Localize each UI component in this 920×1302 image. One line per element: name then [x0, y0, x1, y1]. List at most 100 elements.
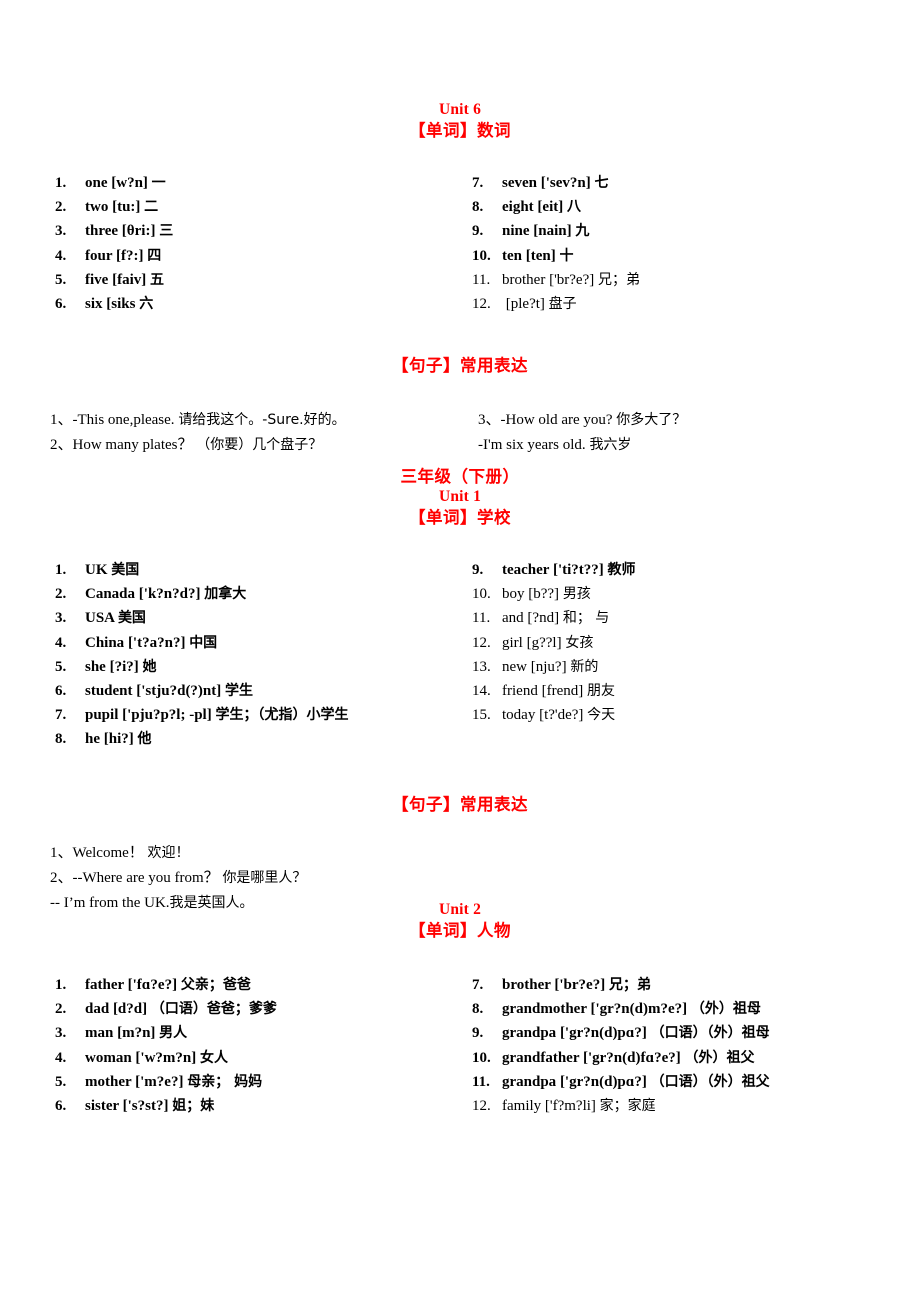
sentence-item: 1、-This one,please. 请给我这个。-Sure.好的。 [50, 408, 470, 433]
word-entry: 1. father ['fɑ?e?] 父亲；爸爸 [55, 973, 465, 997]
word-phonetic: ['pju?p?l; -pl] [122, 707, 212, 724]
word-english: grandpa [502, 1073, 557, 1090]
word-entry: 1. UK 美国 [55, 558, 465, 582]
word-phonetic: [nju?] [530, 658, 567, 675]
sentence-item: 2、--Where are you from？ 你是哪里人？ [50, 866, 470, 891]
word-chinese: 兄；弟 [608, 976, 651, 993]
word-phonetic: [tu:] [112, 199, 141, 216]
word-english: grandmother [502, 1001, 587, 1018]
word-english: dad [85, 1001, 110, 1018]
word-entry: 3. three [θri:] 三 [55, 219, 465, 243]
word-chinese: 盘子 [548, 295, 577, 312]
word-phonetic: ['br?e?] [549, 271, 595, 288]
word-chinese: （外）祖父 [684, 1049, 755, 1066]
section-unit1: 三年级（下册） Unit 1 【单词】学校 1. UK 美国 2. Canada [… [0, 466, 920, 921]
word-english: six [85, 295, 103, 312]
word-english: ten [502, 247, 522, 264]
word-phonetic: ['t?a?n?] [127, 634, 186, 651]
word-english: four [85, 247, 113, 264]
word-chinese: 一 [151, 174, 166, 191]
word-english: seven [502, 174, 537, 191]
word-phonetic: ['stju?d(?)nt] [136, 683, 222, 700]
word-english: China [85, 634, 125, 651]
word-chinese: 男孩 [562, 586, 591, 603]
word-phonetic: ['f?m?li] [544, 1097, 596, 1114]
word-number: 9. [472, 562, 484, 579]
word-column-right: 7. brother ['br?e?] 兄；弟 8. grandmother ['g… [472, 973, 902, 1118]
word-entry: 5. five [faiv] 五 [55, 268, 465, 292]
word-phonetic: ['sev?n] [540, 174, 591, 191]
word-phonetic: [w?n] [111, 174, 148, 191]
word-chinese: 七 [594, 174, 609, 191]
word-number: 5. [55, 1073, 67, 1090]
word-phonetic: [ten] [525, 247, 556, 264]
word-number: 2. [55, 586, 67, 603]
word-number: 2. [55, 199, 67, 216]
word-chinese: 八 [566, 199, 581, 216]
word-phonetic: ['fɑ?e?] [127, 976, 178, 993]
word-number: 15. [472, 707, 491, 724]
word-number: 1. [55, 976, 67, 993]
word-entry: 2. dad [d?d] （口语）爸爸；爹爹 [55, 997, 465, 1021]
word-number: 1. [55, 174, 67, 191]
word-phonetic: [m?n] [117, 1025, 156, 1042]
word-entry: 4. woman ['w?m?n] 女人 [55, 1046, 465, 1070]
word-number: 11. [472, 1073, 490, 1090]
word-chinese: 新的 [570, 658, 599, 675]
word-entry: 7. seven ['sev?n] 七 [472, 171, 902, 195]
word-chinese: 二 [144, 199, 159, 216]
sentence-chinese: 你多大了？ [616, 412, 687, 429]
word-entry: 5. she [?i?] 她 [55, 655, 465, 679]
word-english: USA [85, 610, 115, 627]
word-english: two [85, 199, 109, 216]
section-title-unit2: Unit 2 [438, 901, 482, 918]
word-entry: 11. brother ['br?e?] 兄；弟 [472, 268, 902, 292]
word-entry: 7. brother ['br?e?] 兄；弟 [472, 973, 902, 997]
word-chinese: 加拿大 [204, 586, 247, 603]
word-phonetic: ['s?st?] [122, 1097, 169, 1114]
word-phonetic: [b??] [528, 586, 560, 603]
word-entry: 4. China ['t?a?n?] 中国 [55, 631, 465, 655]
word-english: he [85, 731, 100, 748]
sentence-item: 1、Welcome！ 欢迎！ [50, 841, 470, 866]
word-entry: 6. sister ['s?st?] 姐；妹 [55, 1094, 465, 1118]
section-unit6: Unit 6 【单词】数词 1. one [w?n] 一 2. two [tu:] … [0, 100, 920, 468]
word-english: boy [502, 586, 525, 603]
sentence-heading-unit1: 【句子】常用表达 [392, 795, 528, 815]
word-list-unit2: 1. father ['fɑ?e?] 父亲；爸爸 2. dad [d?d] （口语）… [0, 973, 920, 1123]
word-chinese: 母亲； 妈妈 [187, 1073, 263, 1090]
word-phonetic: [f?:] [115, 247, 144, 264]
word-chinese: 六 [139, 295, 154, 312]
word-phonetic: [g??l] [526, 634, 562, 651]
word-entry: 2. two [tu:] 二 [55, 195, 465, 219]
word-chinese: 和； 与 [562, 610, 610, 627]
word-number: 8. [472, 1001, 484, 1018]
word-entry: 12. [ple?t] 盘子 [472, 292, 902, 316]
word-number: 11. [472, 271, 491, 288]
sentence-english: 2、--Where are you from？ [50, 870, 219, 887]
word-chinese: 父亲；爸爸 [180, 976, 251, 993]
word-english: grandfather [502, 1049, 580, 1066]
word-entry: 12. family ['f?m?li] 家；家庭 [472, 1094, 902, 1118]
word-english: pupil [85, 707, 119, 724]
word-phonetic: [hi?] [103, 731, 134, 748]
word-entry: 7. pupil ['pju?p?l; -pl] 学生；（尤指）小学生 [55, 703, 465, 727]
word-phonetic: [frend] [541, 683, 584, 700]
sentence-chinese: 你是哪里人？ [222, 870, 307, 887]
word-phonetic: ['w?m?n] [135, 1049, 197, 1066]
sentence-chinese: 欢迎！ [147, 845, 190, 862]
word-entry: 11. and [?nd] 和； 与 [472, 606, 902, 630]
word-number: 9. [472, 1025, 484, 1042]
word-number: 8. [55, 731, 67, 748]
vocab-heading-unit2: 【单词】人物 [409, 920, 511, 940]
word-english: family [502, 1097, 542, 1114]
word-phonetic: ['ti?t??] [552, 562, 604, 579]
word-number: 7. [472, 976, 484, 993]
word-english: friend [502, 683, 538, 700]
word-english: new [502, 658, 527, 675]
word-number: 3. [55, 1025, 67, 1042]
word-entry: 6. six [siks 六 [55, 292, 465, 316]
word-chinese: 兄；弟 [598, 271, 640, 288]
word-english: nine [502, 223, 530, 240]
word-number: 6. [55, 683, 67, 700]
